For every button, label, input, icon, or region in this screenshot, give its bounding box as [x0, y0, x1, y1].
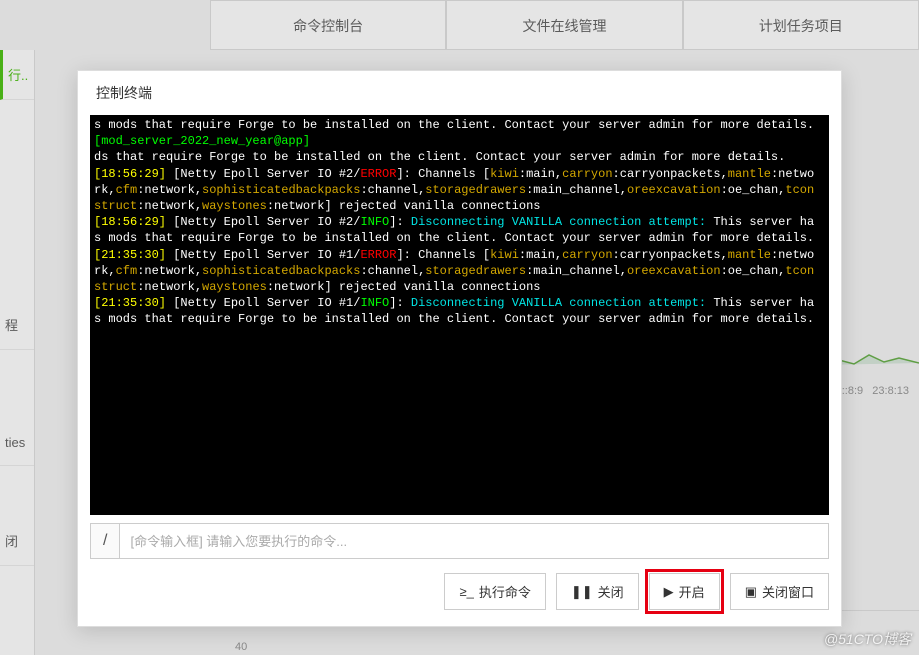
- terminal-icon: ≥_: [459, 584, 473, 599]
- execute-label: 执行命令: [479, 582, 531, 601]
- terminal-output: s mods that require Forge to be installe…: [90, 115, 829, 515]
- close-icon: ▣: [745, 584, 757, 600]
- start-label: 开启: [679, 582, 705, 601]
- execute-button[interactable]: ≥_ 执行命令: [444, 573, 545, 610]
- terminal-modal: 控制终端 s mods that require Forge to be ins…: [77, 70, 842, 627]
- watermark: @51CTO博客: [824, 629, 911, 649]
- command-row: /: [90, 523, 829, 559]
- start-button[interactable]: ▶ 开启: [649, 573, 720, 610]
- command-input[interactable]: [120, 524, 828, 558]
- play-icon: ▶: [664, 584, 674, 600]
- close-window-button[interactable]: ▣ 关闭窗口: [730, 573, 829, 610]
- command-prefix: /: [91, 524, 120, 558]
- stop-button[interactable]: ❚❚ 关闭: [556, 573, 639, 610]
- close-window-label: 关闭窗口: [762, 582, 814, 601]
- button-row: ≥_ 执行命令 ❚❚ 关闭 ▶ 开启 ▣ 关闭窗口: [78, 559, 841, 626]
- pause-icon: ❚❚: [571, 584, 593, 600]
- modal-overlay: 控制终端 s mods that require Forge to be ins…: [0, 0, 919, 655]
- stop-label: 关闭: [598, 582, 624, 601]
- modal-title: 控制终端: [78, 71, 841, 115]
